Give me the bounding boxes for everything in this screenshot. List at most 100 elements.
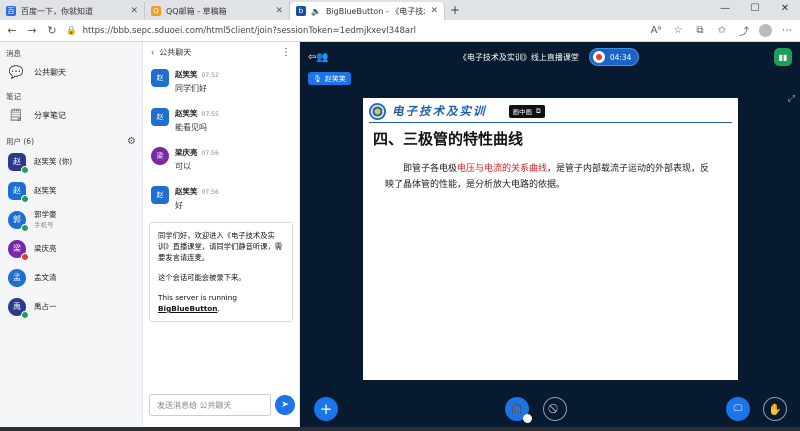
chat-title: 公共聊天 bbox=[159, 47, 192, 57]
chat-bubble-icon: 💬 bbox=[8, 65, 24, 79]
forward-icon[interactable]: → bbox=[26, 24, 38, 37]
gear-icon[interactable]: ⚙ bbox=[127, 136, 136, 147]
maximize-icon[interactable]: ☐ bbox=[740, 0, 770, 20]
tab-title: BigBlueButton - 《电子技术 bbox=[325, 6, 426, 16]
microphone-icon: 🎙 bbox=[313, 74, 322, 83]
sidebar-item-public-chat[interactable]: 💬 公共聊天 bbox=[0, 59, 142, 85]
plus-icon: + bbox=[319, 400, 333, 418]
browser-tab-bbb[interactable]: b 🔈 BigBlueButton - 《电子技术 ✕ bbox=[290, 2, 445, 20]
profile-avatar[interactable] bbox=[759, 24, 772, 37]
user-list-item[interactable]: 梁梁庆亮 bbox=[0, 234, 142, 263]
user-list-item[interactable]: 禹禹占一 bbox=[0, 292, 142, 321]
presentation-slide: 电子技术及实训 画中画 ⧉ 四、三极管的特性曲线 即管子各电极电压与电流的关系曲线… bbox=[363, 98, 738, 380]
message-sender: 赵笑笑 07:52 bbox=[175, 69, 219, 80]
screen-icon: 🖵 bbox=[733, 404, 743, 414]
slide-brand-title: 电子技术及实训 bbox=[392, 104, 487, 118]
user-list-sidebar: 消息 💬 公共聊天 笔记 🗒 分享笔记 用户 (6) ⚙ 赵赵笑笑 (你) 赵赵笑… bbox=[0, 42, 143, 431]
sidebar-item-shared-notes[interactable]: 🗒 分享笔记 bbox=[0, 102, 142, 128]
read-aloud-icon[interactable]: Aᵃ bbox=[649, 25, 663, 36]
send-message-button[interactable]: ➤ bbox=[275, 395, 295, 415]
close-icon[interactable]: ✕ bbox=[430, 6, 438, 16]
audio-button[interactable]: 🎧 bbox=[505, 397, 532, 423]
message-text: 同学们好 bbox=[175, 84, 207, 93]
lock-icon: 🔒 bbox=[66, 25, 77, 36]
public-chat-label: 公共聊天 bbox=[34, 67, 66, 77]
chat-panel: ‹ 公共聊天 ⋮ 赵赵笑笑 07:52 同学们好赵赵笑笑 07:55 能看见吗梁梁庆亮 0… bbox=[143, 42, 300, 431]
picture-in-picture-button[interactable]: 画中画 ⧉ bbox=[508, 104, 545, 118]
close-window-icon[interactable]: ✕ bbox=[770, 0, 800, 20]
user-name: 赵笑笑 (你) bbox=[34, 157, 73, 166]
meeting-main-area: ⇦👥 《电子技术及实训》线上直播课堂 04:34 ▮▮ 🎙 赵笑笑 ⤢ 电子技术… bbox=[300, 42, 800, 431]
back-icon[interactable]: ← bbox=[6, 24, 18, 37]
server-notice: This server is running BigBlueButton. bbox=[158, 293, 237, 313]
share-webcam-button[interactable]: ⃠ bbox=[543, 397, 567, 421]
status-badge bbox=[21, 310, 29, 319]
minimize-icon[interactable]: — bbox=[710, 0, 740, 20]
notes-section-title: 笔记 bbox=[6, 92, 21, 101]
connection-status-icon[interactable]: ▮▮ bbox=[774, 48, 792, 66]
raise-hand-button[interactable]: ✋ bbox=[763, 397, 787, 421]
close-icon[interactable]: ✕ bbox=[130, 6, 138, 16]
users-count-title: 用户 (6) bbox=[6, 137, 35, 146]
favorites-icon[interactable]: ✩ bbox=[715, 25, 729, 36]
collections-icon[interactable]: ⧉ bbox=[693, 25, 707, 36]
message-sender: 赵笑笑 07:55 bbox=[175, 108, 219, 119]
sender-name: 赵笑笑 bbox=[175, 109, 198, 118]
slide-divider bbox=[369, 122, 732, 123]
chat-back-button[interactable]: ‹ 公共聊天 bbox=[151, 47, 191, 58]
favorite-star-icon[interactable]: ☆ bbox=[671, 25, 685, 36]
sender-name: 赵笑笑 bbox=[175, 187, 198, 196]
message-body: 梁庆亮 07:56 可以 bbox=[175, 147, 219, 172]
more-menu-icon[interactable]: ⋯ bbox=[780, 25, 794, 36]
user-list-item[interactable]: 赵赵笑笑 (你) bbox=[0, 147, 142, 176]
chat-message-input[interactable]: 发送消息给 公共聊天 bbox=[149, 394, 271, 416]
baidu-icon: 百 bbox=[6, 6, 16, 16]
chat-message: 赵赵笑笑 07:52 同学们好 bbox=[143, 66, 299, 97]
avatar: 赵 bbox=[8, 152, 29, 174]
qq-mail-icon: Q bbox=[151, 6, 161, 16]
user-name: 梁庆亮 bbox=[34, 244, 57, 253]
user-list-item[interactable]: 赵赵笑笑 bbox=[0, 176, 142, 205]
chat-message-list: 赵赵笑笑 07:52 同学们好赵赵笑笑 07:55 能看见吗梁梁庆亮 07:56 可以赵赵笑… bbox=[143, 62, 299, 214]
tab-title: 百度一下，你就知道 bbox=[21, 6, 93, 16]
share-icon[interactable]: ⤴ bbox=[737, 23, 751, 38]
avatar: 禹 bbox=[8, 297, 29, 319]
window-controls: — ☐ ✕ bbox=[710, 0, 800, 20]
note-icon: 🗒 bbox=[8, 108, 24, 122]
url-field[interactable]: 🔒 https://bbb.sepc.sduoei.com/html5clien… bbox=[66, 26, 641, 36]
highlighted-text: 电压与电流的关系曲线 bbox=[457, 164, 548, 174]
actions-plus-button[interactable]: + bbox=[314, 397, 338, 421]
avatar: 梁 bbox=[151, 147, 169, 165]
bbb-link[interactable]: BigBlueButton bbox=[158, 304, 217, 313]
avatar: 赵 bbox=[151, 108, 169, 126]
browser-tab-baidu[interactable]: 百 百度一下，你就知道 ✕ bbox=[0, 2, 145, 20]
message-time: 07:55 bbox=[201, 111, 219, 118]
user-info: 郭学豪 手机号 bbox=[34, 210, 57, 229]
message-body: 赵笑笑 07:52 同学们好 bbox=[175, 69, 219, 94]
message-body: 赵笑笑 07:56 好 bbox=[175, 186, 219, 211]
user-info: 梁庆亮 bbox=[34, 244, 57, 253]
speaker-icon[interactable]: 🔈 bbox=[311, 7, 321, 16]
audio-options-icon[interactable] bbox=[523, 414, 532, 423]
reload-icon[interactable]: ↻ bbox=[46, 24, 58, 37]
record-icon bbox=[592, 51, 605, 63]
browser-tab-qqmail[interactable]: Q QQ邮箱 - 草稿箱 ✕ bbox=[145, 2, 290, 20]
user-list: 赵赵笑笑 (你) 赵赵笑笑郭郭学豪 手机号梁梁庆亮孟孟文清禹禹占一 bbox=[0, 147, 142, 321]
tab-title: QQ邮箱 - 草稿箱 bbox=[166, 6, 227, 16]
sender-name: 赵笑笑 bbox=[175, 70, 198, 79]
fullscreen-icon[interactable]: ⤢ bbox=[788, 94, 795, 104]
share-screen-button[interactable]: 🖵 bbox=[726, 397, 750, 421]
recording-indicator[interactable]: 04:34 bbox=[588, 48, 640, 66]
message-time: 07:52 bbox=[201, 72, 219, 79]
browser-tab-bar: 百 百度一下，你就知道 ✕ Q QQ邮箱 - 草稿箱 ✕ b 🔈 BigBlue… bbox=[0, 0, 800, 20]
school-logo bbox=[369, 102, 386, 120]
avatar: 赵 bbox=[8, 181, 29, 203]
user-list-item[interactable]: 郭郭学豪 手机号 bbox=[0, 205, 142, 234]
user-list-item[interactable]: 孟孟文清 bbox=[0, 263, 142, 292]
status-badge bbox=[21, 165, 29, 174]
new-tab-button[interactable]: + bbox=[445, 2, 465, 20]
message-text: 能看见吗 bbox=[175, 123, 207, 132]
close-icon[interactable]: ✕ bbox=[275, 6, 283, 16]
chat-options-icon[interactable]: ⋮ bbox=[281, 47, 291, 58]
users-toggle-icon[interactable]: ⇦👥 bbox=[308, 52, 329, 63]
